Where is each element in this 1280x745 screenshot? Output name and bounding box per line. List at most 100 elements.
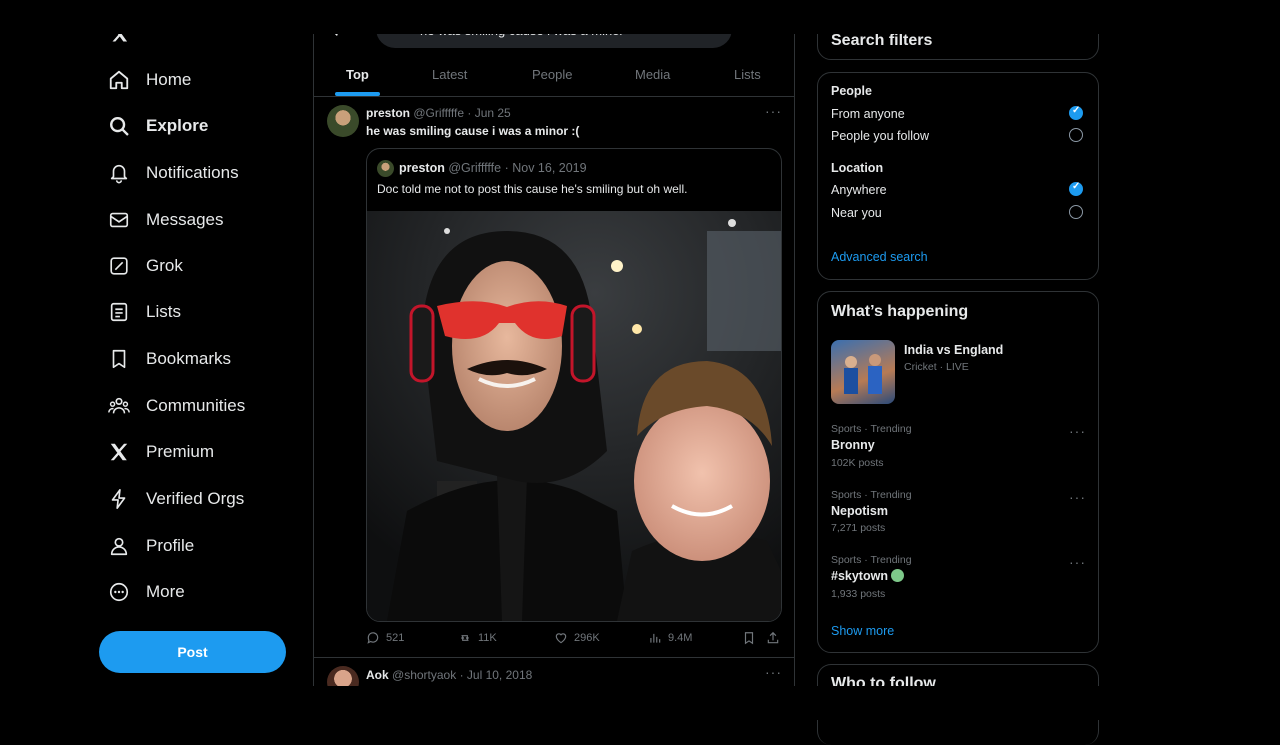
nav-bookmarks-label: Bookmarks: [146, 349, 232, 368]
avatar: [377, 160, 394, 177]
nav-lists[interactable]: Lists: [108, 292, 181, 332]
near-you-label[interactable]: Near you: [831, 206, 882, 220]
more-circle-icon: [109, 582, 129, 602]
location-section-label: Location: [831, 161, 884, 175]
quote-date: · Nov 16, 2019: [504, 161, 587, 175]
from-anyone-radio[interactable]: [1069, 105, 1083, 120]
nav-profile-label: Profile: [146, 536, 195, 555]
featured-meta: Cricket · LIVE: [904, 361, 969, 373]
like-count: 296K: [574, 632, 600, 644]
people-you-follow-radio[interactable]: [1069, 128, 1083, 142]
people-section-label: People: [831, 84, 872, 98]
advanced-search-link[interactable]: Advanced search: [831, 250, 928, 264]
share-icon: [767, 631, 779, 644]
featured-thumbnail: [831, 340, 895, 404]
nav-premium-label: Premium: [146, 442, 215, 461]
tab-top[interactable]: Top: [346, 67, 369, 82]
trend-name-row: #skytown: [831, 569, 905, 583]
quote-header: preston @Grifffffe · Nov 16, 2019: [399, 161, 587, 175]
main-timeline: he was smiling cause i was a minor Top L…: [313, 0, 795, 720]
avatar[interactable]: [327, 105, 359, 137]
trend-more-icon[interactable]: ···: [1069, 554, 1086, 570]
whats-happening-card: What’s happening India vs England Cricke…: [817, 291, 1099, 653]
nav-lists-label: Lists: [146, 302, 181, 321]
repost-count: 11K: [478, 632, 497, 644]
person-icon: [110, 537, 128, 556]
nav-more-label: More: [146, 582, 185, 601]
trend-name: Nepotism: [831, 504, 888, 518]
tweet-author-name[interactable]: preston: [366, 106, 410, 120]
show-more-link[interactable]: Show more: [831, 624, 894, 638]
featured-title: India vs England: [904, 343, 1004, 357]
tab-lists[interactable]: Lists: [734, 67, 761, 82]
nav-messages[interactable]: Messages: [108, 200, 223, 240]
nav-verified-orgs[interactable]: Verified Orgs: [108, 479, 244, 519]
tweet-date[interactable]: · Jun 25: [467, 106, 510, 120]
nav-communities[interactable]: Communities: [108, 386, 245, 426]
tweet-more-icon[interactable]: ···: [765, 664, 782, 680]
nav-communities-label: Communities: [146, 396, 246, 415]
tab-media[interactable]: Media: [635, 67, 670, 82]
nav-verified-orgs-label: Verified Orgs: [146, 489, 245, 508]
tweet-author-handle[interactable]: @Grifffffe: [413, 106, 464, 120]
nav-explore-label: Explore: [146, 116, 209, 135]
nav-grok[interactable]: Grok: [108, 246, 183, 286]
quoted-tweet[interactable]: preston @Grifffffe · Nov 16, 2019 Doc to…: [366, 148, 782, 622]
views-button[interactable]: 9.4M: [648, 631, 692, 645]
post-button[interactable]: Post: [99, 631, 286, 673]
tweet-more-icon[interactable]: ···: [765, 103, 782, 119]
bookmark-button[interactable]: [742, 631, 756, 645]
tab-people[interactable]: People: [532, 67, 572, 82]
trend-more-icon[interactable]: ···: [1069, 423, 1086, 439]
communities-icon: [108, 397, 130, 414]
share-button[interactable]: [766, 631, 780, 645]
grok-icon: [110, 257, 128, 275]
tweet-author-name[interactable]: Aok: [366, 668, 389, 682]
divider: [314, 657, 794, 658]
top-letterbox: [0, 0, 1280, 34]
bottom-letterbox: [0, 686, 1280, 720]
quote-text: Doc told me not to post this cause he's …: [377, 182, 688, 196]
repost-button[interactable]: 11K: [458, 631, 497, 645]
nav-profile[interactable]: Profile: [108, 526, 194, 566]
search-icon: [110, 117, 129, 136]
reply-icon: [367, 632, 379, 644]
tab-latest[interactable]: Latest: [432, 67, 467, 82]
reply-count: 521: [386, 632, 405, 644]
nav-explore[interactable]: Explore: [108, 106, 208, 146]
anywhere-radio[interactable]: [1069, 181, 1083, 196]
nav-bookmarks[interactable]: Bookmarks: [108, 339, 231, 379]
bell-icon: [110, 164, 128, 184]
from-anyone-label[interactable]: From anyone: [831, 107, 905, 121]
bookmark-icon: [112, 349, 126, 369]
envelope-icon: [109, 212, 129, 228]
reply-button[interactable]: 521: [366, 631, 404, 645]
tweet-photo[interactable]: [367, 211, 781, 621]
nav-grok-label: Grok: [146, 256, 183, 275]
whats-happening-title: What’s happening: [831, 303, 969, 320]
quote-author-handle: @Grifffffe: [448, 161, 502, 175]
list-icon: [110, 302, 128, 322]
trend-meta: Sports · Trending: [831, 423, 912, 435]
nav-home[interactable]: Home: [108, 60, 191, 100]
near-you-radio[interactable]: [1069, 205, 1083, 219]
search-filters-card: People From anyone People you follow Loc…: [817, 72, 1099, 280]
active-tab-indicator: [335, 92, 380, 96]
tweet-author-handle[interactable]: @shortyaok: [392, 668, 456, 682]
nav-premium[interactable]: Premium: [108, 432, 214, 472]
like-button[interactable]: 296K: [554, 631, 600, 645]
tweet-header: Aok @shortyaok · Jul 10, 2018: [366, 668, 532, 682]
tweet-date[interactable]: · Jul 10, 2018: [460, 668, 533, 682]
anywhere-label[interactable]: Anywhere: [831, 183, 887, 197]
photo-image: [367, 211, 781, 621]
nav-notifications[interactable]: Notifications: [108, 153, 239, 193]
view-count: 9.4M: [668, 632, 693, 644]
trend-more-icon[interactable]: ···: [1069, 489, 1086, 505]
trend-meta: Sports · Trending: [831, 489, 912, 501]
tweet-header: preston @Grifffffe · Jun 25: [366, 106, 511, 120]
nav-more[interactable]: More: [108, 572, 185, 612]
people-you-follow-label[interactable]: People you follow: [831, 129, 929, 143]
home-icon: [109, 70, 129, 90]
nav-notifications-label: Notifications: [146, 163, 239, 182]
x-logo-icon: [110, 443, 128, 461]
